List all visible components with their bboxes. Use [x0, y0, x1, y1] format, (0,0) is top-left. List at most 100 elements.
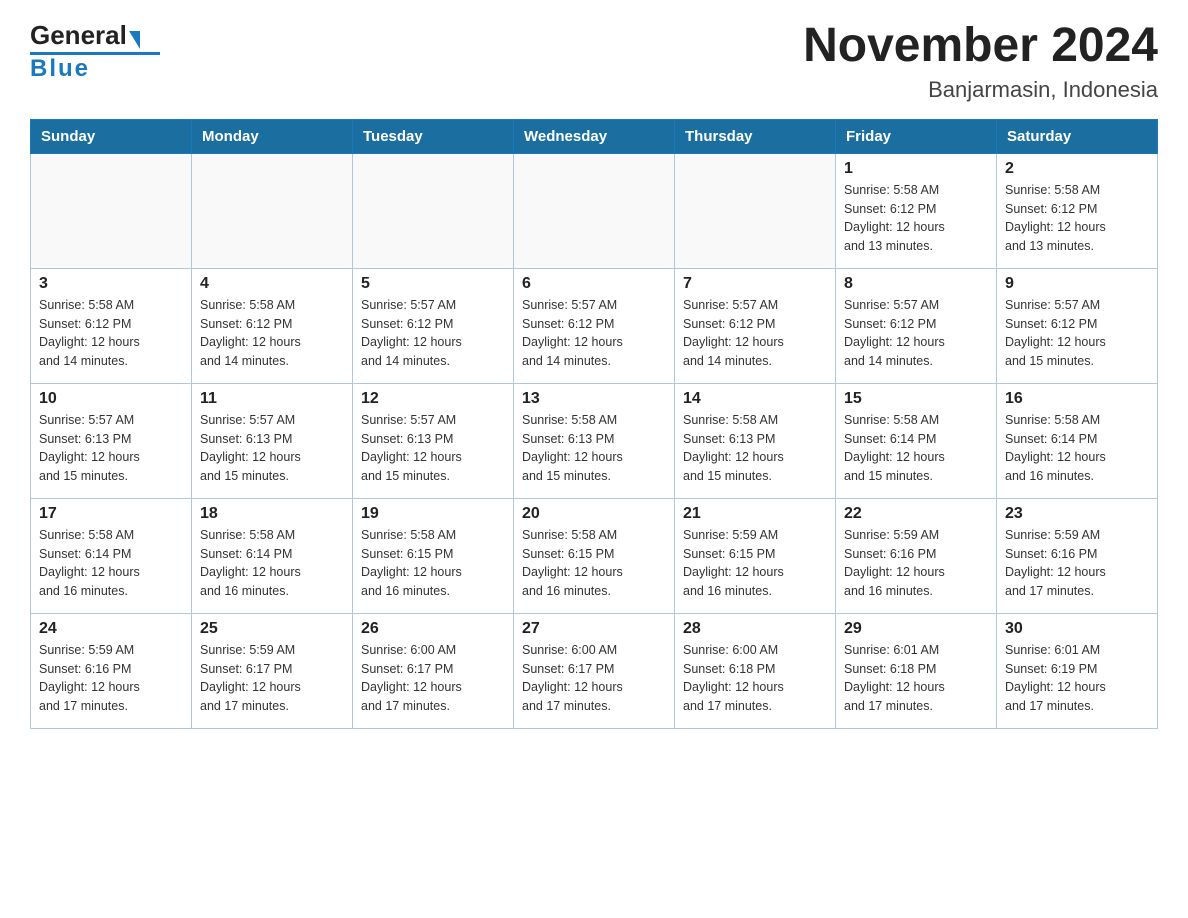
day-info: Sunrise: 5:58 AMSunset: 6:15 PMDaylight:…: [522, 526, 666, 601]
calendar-cell: 19 Sunrise: 5:58 AMSunset: 6:15 PMDayligh…: [353, 498, 514, 613]
day-info: Sunrise: 5:59 AMSunset: 6:17 PMDaylight:…: [200, 641, 344, 716]
day-info: Sunrise: 5:58 AMSunset: 6:15 PMDaylight:…: [361, 526, 505, 601]
main-title: November 2024: [803, 20, 1158, 73]
day-info: Sunrise: 5:58 AMSunset: 6:12 PMDaylight:…: [1005, 181, 1149, 256]
calendar-header-row: Sunday Monday Tuesday Wednesday Thursday…: [31, 119, 1158, 153]
day-number: 15: [844, 390, 988, 408]
day-number: 16: [1005, 390, 1149, 408]
calendar-cell: 6Sunrise: 5:57 AMSunset: 6:12 PMDaylight…: [514, 268, 675, 383]
calendar-week-row: 24Sunrise: 5:59 AMSunset: 6:16 PMDayligh…: [31, 613, 1158, 728]
logo: General Blue: [30, 20, 160, 83]
day-info: Sunrise: 5:57 AMSunset: 6:13 PMDaylight:…: [361, 411, 505, 486]
calendar-cell: 9Sunrise: 5:57 AMSunset: 6:12 PMDaylight…: [997, 268, 1158, 383]
col-wednesday: Wednesday: [514, 119, 675, 153]
day-info: Sunrise: 5:58 AMSunset: 6:12 PMDaylight:…: [39, 296, 183, 371]
day-info: Sunrise: 5:59 AMSunset: 6:16 PMDaylight:…: [1005, 526, 1149, 601]
day-info: Sunrise: 5:57 AMSunset: 6:12 PMDaylight:…: [683, 296, 827, 371]
day-info: Sunrise: 5:58 AMSunset: 6:13 PMDaylight:…: [683, 411, 827, 486]
col-thursday: Thursday: [675, 119, 836, 153]
day-number: 14: [683, 390, 827, 408]
day-info: Sunrise: 5:58 AMSunset: 6:13 PMDaylight:…: [522, 411, 666, 486]
day-number: 1: [844, 160, 988, 178]
col-monday: Monday: [192, 119, 353, 153]
calendar-cell: 13 Sunrise: 5:58 AMSunset: 6:13 PMDayligh…: [514, 383, 675, 498]
page-header: General Blue November 2024 Banjarmasin, …: [30, 20, 1158, 103]
calendar-cell: 8 Sunrise: 5:57 AMSunset: 6:12 PMDaylight…: [836, 268, 997, 383]
day-number: 8: [844, 275, 988, 293]
calendar-cell: 4 Sunrise: 5:58 AMSunset: 6:12 PMDaylight…: [192, 268, 353, 383]
day-info: Sunrise: 6:01 AMSunset: 6:19 PMDaylight:…: [1005, 641, 1149, 716]
day-number: 5: [361, 275, 505, 293]
day-info: Sunrise: 5:57 AMSunset: 6:12 PMDaylight:…: [844, 296, 988, 371]
calendar-cell: 11Sunrise: 5:57 AMSunset: 6:13 PMDayligh…: [192, 383, 353, 498]
day-number: 4: [200, 275, 344, 293]
day-number: 21: [683, 505, 827, 523]
calendar-cell: [31, 153, 192, 268]
day-info: Sunrise: 6:00 AMSunset: 6:17 PMDaylight:…: [361, 641, 505, 716]
calendar-cell: 23 Sunrise: 5:59 AMSunset: 6:16 PMDayligh…: [997, 498, 1158, 613]
calendar-cell: 27 Sunrise: 6:00 AMSunset: 6:17 PMDayligh…: [514, 613, 675, 728]
col-saturday: Saturday: [997, 119, 1158, 153]
calendar-week-row: 17Sunrise: 5:58 AMSunset: 6:14 PMDayligh…: [31, 498, 1158, 613]
calendar-cell: 20 Sunrise: 5:58 AMSunset: 6:15 PMDayligh…: [514, 498, 675, 613]
calendar-week-row: 10 Sunrise: 5:57 AMSunset: 6:13 PMDayligh…: [31, 383, 1158, 498]
calendar-week-row: 1 Sunrise: 5:58 AMSunset: 6:12 PMDaylight…: [31, 153, 1158, 268]
day-info: Sunrise: 5:57 AMSunset: 6:12 PMDaylight:…: [1005, 296, 1149, 371]
col-tuesday: Tuesday: [353, 119, 514, 153]
day-info: Sunrise: 5:57 AMSunset: 6:12 PMDaylight:…: [361, 296, 505, 371]
calendar-cell: 5 Sunrise: 5:57 AMSunset: 6:12 PMDaylight…: [353, 268, 514, 383]
col-sunday: Sunday: [31, 119, 192, 153]
day-number: 12: [361, 390, 505, 408]
day-info: Sunrise: 5:59 AMSunset: 6:16 PMDaylight:…: [39, 641, 183, 716]
calendar-cell: 29 Sunrise: 6:01 AMSunset: 6:18 PMDayligh…: [836, 613, 997, 728]
calendar-week-row: 3 Sunrise: 5:58 AMSunset: 6:12 PMDaylight…: [31, 268, 1158, 383]
logo-triangle-icon: [129, 31, 140, 49]
calendar-cell: 24Sunrise: 5:59 AMSunset: 6:16 PMDayligh…: [31, 613, 192, 728]
day-number: 3: [39, 275, 183, 293]
subtitle: Banjarmasin, Indonesia: [803, 77, 1158, 103]
calendar-cell: 10 Sunrise: 5:57 AMSunset: 6:13 PMDayligh…: [31, 383, 192, 498]
calendar-cell: 15 Sunrise: 5:58 AMSunset: 6:14 PMDayligh…: [836, 383, 997, 498]
col-friday: Friday: [836, 119, 997, 153]
day-info: Sunrise: 6:01 AMSunset: 6:18 PMDaylight:…: [844, 641, 988, 716]
day-number: 23: [1005, 505, 1149, 523]
calendar-cell: [514, 153, 675, 268]
day-info: Sunrise: 6:00 AMSunset: 6:18 PMDaylight:…: [683, 641, 827, 716]
day-info: Sunrise: 5:58 AMSunset: 6:14 PMDaylight:…: [844, 411, 988, 486]
day-number: 18: [200, 505, 344, 523]
day-number: 7: [683, 275, 827, 293]
calendar-cell: 30 Sunrise: 6:01 AMSunset: 6:19 PMDayligh…: [997, 613, 1158, 728]
calendar-cell: [675, 153, 836, 268]
calendar-cell: [353, 153, 514, 268]
day-number: 30: [1005, 620, 1149, 638]
day-number: 2: [1005, 160, 1149, 178]
day-number: 27: [522, 620, 666, 638]
calendar-cell: 22Sunrise: 5:59 AMSunset: 6:16 PMDayligh…: [836, 498, 997, 613]
day-info: Sunrise: 6:00 AMSunset: 6:17 PMDaylight:…: [522, 641, 666, 716]
calendar-cell: 25Sunrise: 5:59 AMSunset: 6:17 PMDayligh…: [192, 613, 353, 728]
calendar-cell: 1 Sunrise: 5:58 AMSunset: 6:12 PMDaylight…: [836, 153, 997, 268]
day-info: Sunrise: 5:58 AMSunset: 6:12 PMDaylight:…: [200, 296, 344, 371]
calendar-cell: 2 Sunrise: 5:58 AMSunset: 6:12 PMDaylight…: [997, 153, 1158, 268]
calendar-cell: 17Sunrise: 5:58 AMSunset: 6:14 PMDayligh…: [31, 498, 192, 613]
day-number: 19: [361, 505, 505, 523]
day-number: 17: [39, 505, 183, 523]
calendar-cell: 3 Sunrise: 5:58 AMSunset: 6:12 PMDaylight…: [31, 268, 192, 383]
day-info: Sunrise: 5:58 AMSunset: 6:14 PMDaylight:…: [1005, 411, 1149, 486]
calendar-table: Sunday Monday Tuesday Wednesday Thursday…: [30, 119, 1158, 729]
day-number: 26: [361, 620, 505, 638]
day-number: 11: [200, 390, 344, 408]
calendar-cell: 14 Sunrise: 5:58 AMSunset: 6:13 PMDayligh…: [675, 383, 836, 498]
calendar-cell: 18Sunrise: 5:58 AMSunset: 6:14 PMDayligh…: [192, 498, 353, 613]
day-info: Sunrise: 5:58 AMSunset: 6:12 PMDaylight:…: [844, 181, 988, 256]
day-number: 10: [39, 390, 183, 408]
day-number: 20: [522, 505, 666, 523]
calendar-cell: 7 Sunrise: 5:57 AMSunset: 6:12 PMDaylight…: [675, 268, 836, 383]
calendar-cell: 16 Sunrise: 5:58 AMSunset: 6:14 PMDayligh…: [997, 383, 1158, 498]
day-number: 29: [844, 620, 988, 638]
day-number: 13: [522, 390, 666, 408]
day-info: Sunrise: 5:59 AMSunset: 6:16 PMDaylight:…: [844, 526, 988, 601]
logo-blue-text: Blue: [30, 55, 90, 83]
day-info: Sunrise: 5:57 AMSunset: 6:13 PMDaylight:…: [39, 411, 183, 486]
day-info: Sunrise: 5:59 AMSunset: 6:15 PMDaylight:…: [683, 526, 827, 601]
